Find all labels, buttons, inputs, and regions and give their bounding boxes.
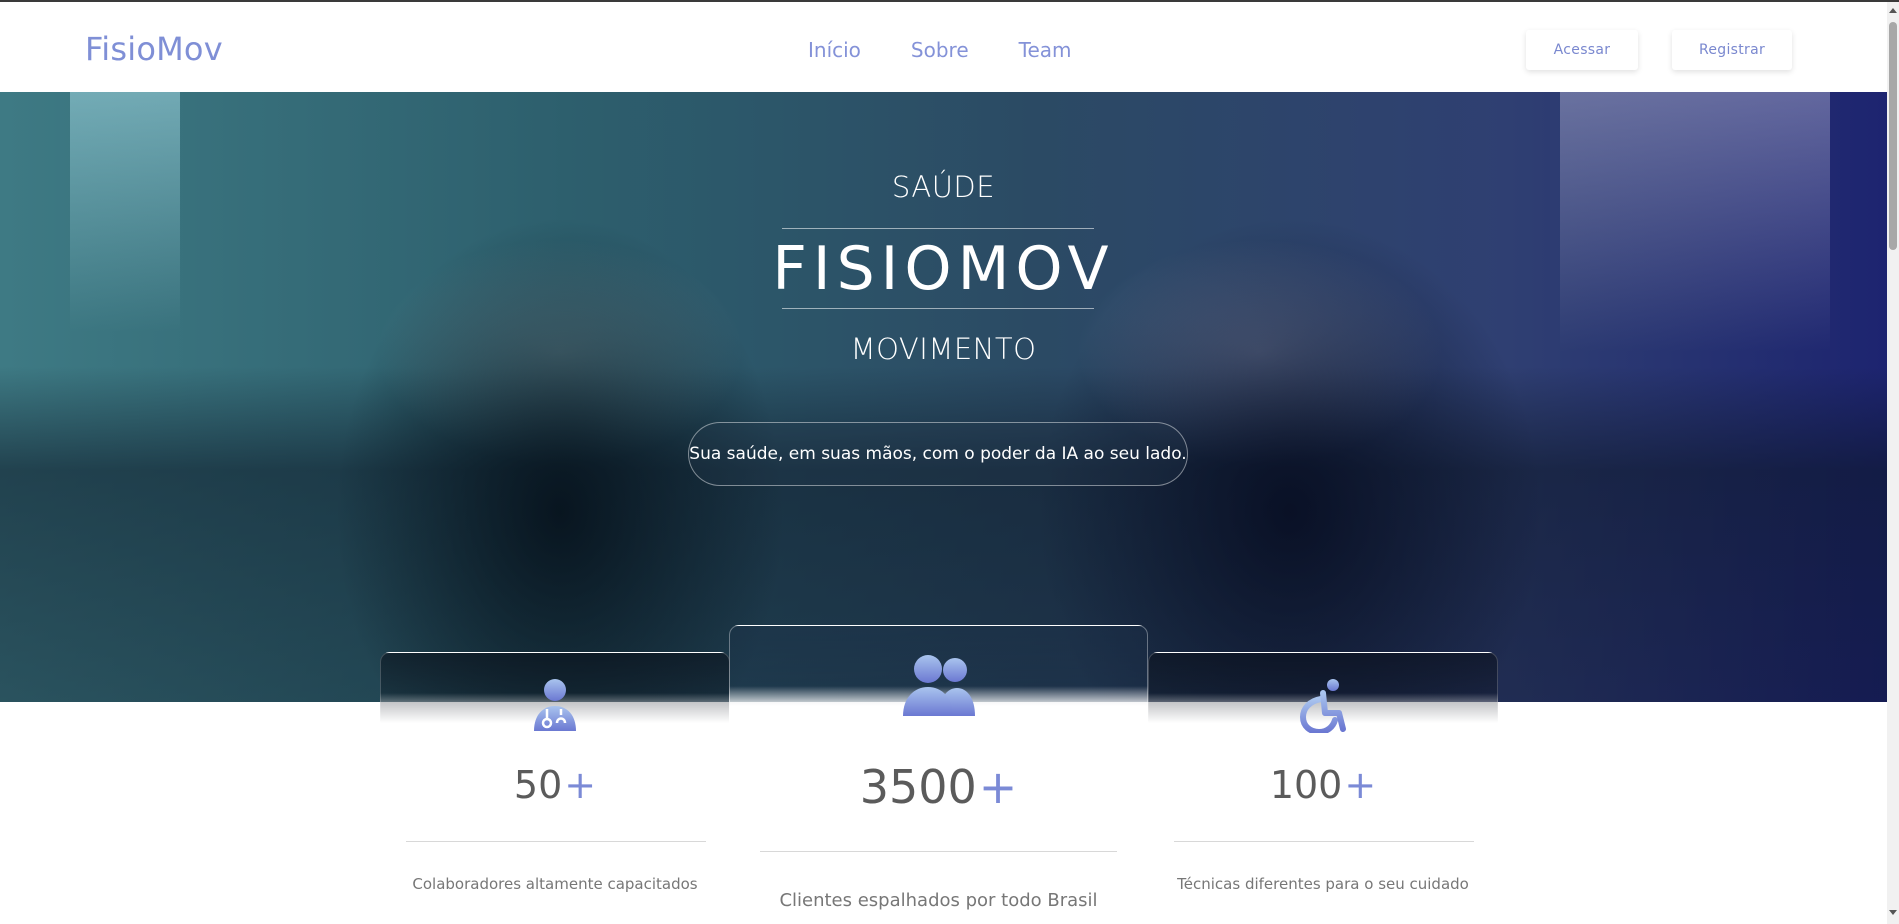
stat-divider: [760, 851, 1117, 852]
stat-plus: +: [564, 763, 597, 807]
login-button[interactable]: Acessar: [1526, 30, 1638, 70]
navbar: FisioMov Início Sobre Team Acessar Regis…: [0, 2, 1887, 92]
stat-card-techniques: 100+ Técnicas diferentes para o seu cuid…: [1148, 652, 1498, 924]
wheelchair-icon: [1299, 677, 1347, 738]
stat-number: 50: [513, 763, 563, 807]
stat-card-clients: 3500+ Clientes espalhados por todo Brasi…: [729, 625, 1148, 924]
nav-link-sobre[interactable]: Sobre: [911, 38, 969, 62]
scroll-up-arrow-icon[interactable]: [1889, 8, 1897, 13]
stat-description: Clientes espalhados por todo Brasil: [779, 890, 1098, 911]
stat-plus: +: [978, 760, 1018, 814]
nav-link-inicio[interactable]: Início: [808, 38, 861, 62]
stat-card-collaborators: 50+ Colaboradores altamente capacitados: [380, 652, 730, 924]
stat-number: 100: [1269, 763, 1343, 807]
hero-background-light: [1560, 92, 1830, 352]
stat-value: 100+: [1149, 763, 1497, 807]
doctor-icon: [530, 677, 580, 738]
stat-divider: [1174, 841, 1474, 842]
stat-description: Colaboradores altamente capacitados: [412, 875, 698, 893]
users-icon: [901, 654, 977, 723]
stat-value: 3500+: [730, 760, 1147, 814]
page-scrollbar[interactable]: [1887, 2, 1899, 924]
hero-kicker-top: SAÚDE: [891, 170, 996, 204]
hero-divider-bottom: [782, 308, 1094, 309]
stat-value: 50+: [381, 763, 729, 807]
hero-tagline: Sua saúde, em suas mãos, com o poder da …: [688, 422, 1188, 486]
stat-number: 3500: [859, 760, 977, 814]
stat-description: Técnicas diferentes para o seu cuidado: [1177, 875, 1469, 893]
scroll-down-arrow-icon[interactable]: [1889, 910, 1897, 915]
scrollbar-thumb[interactable]: [1889, 22, 1897, 250]
nav-link-team[interactable]: Team: [1019, 38, 1072, 62]
hero-banner: SAÚDE FISIOMOV MOVIMENTO Sua saúde, em s…: [0, 92, 1887, 702]
hero-kicker-bottom: MOVIMENTO: [850, 332, 1037, 366]
nav-links: Início Sobre Team: [808, 38, 1072, 62]
brand-logo[interactable]: FisioMov: [85, 30, 223, 68]
stat-plus: +: [1344, 763, 1377, 807]
stat-divider: [406, 841, 706, 842]
hero-title: FISIOMOV: [772, 234, 1115, 304]
hero-divider-top: [782, 228, 1094, 229]
register-button[interactable]: Registrar: [1672, 30, 1792, 70]
